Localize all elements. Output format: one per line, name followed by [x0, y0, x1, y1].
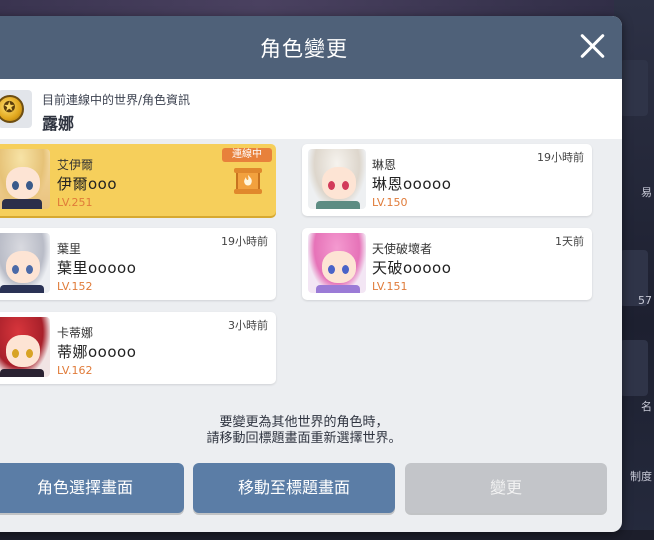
background-text: 易: [641, 186, 652, 199]
current-world-label: 目前連線中的世界/角色資訊: [42, 93, 191, 107]
character-avatar: [0, 317, 50, 377]
character-card-lynn[interactable]: 琳恩 琳恩ooooo LV.150 19小時前: [302, 144, 592, 216]
character-card-angelic-buster[interactable]: 天使破壞者 天破ooooo LV.151 1天前: [302, 228, 592, 300]
background-text: 名: [641, 400, 652, 413]
scroll-icon: [234, 168, 262, 194]
character-card-cadena[interactable]: 卡蒂娜 蒂娜ooooo LV.162 3小時前: [0, 312, 276, 384]
character-avatar: [308, 149, 366, 209]
last-login-time: 3小時前: [228, 319, 268, 332]
title-screen-button[interactable]: 移動至標題畫面: [193, 463, 395, 513]
character-job: 艾伊爾: [57, 158, 94, 172]
close-icon[interactable]: [576, 30, 608, 62]
background-text: 57: [638, 294, 652, 307]
last-login-time: 19小時前: [537, 151, 584, 164]
character-name: 琳恩ooooo: [372, 175, 452, 193]
dialog-title: 角色變更: [260, 37, 348, 61]
online-status-badge: 連線中: [222, 148, 272, 162]
last-login-time: 19小時前: [221, 235, 268, 248]
background-text: 制度: [630, 470, 652, 483]
character-level: LV.150: [372, 196, 408, 209]
character-avatar: [0, 233, 50, 293]
character-level: LV.251: [57, 196, 93, 209]
character-change-dialog: 角色變更 目前連線中的世界/角色資訊 露娜 艾伊爾 伊爾ooo LV.251 連…: [0, 16, 622, 532]
notice-line: 請移動回標題畫面重新選擇世界。: [206, 431, 402, 446]
current-world-bar: 目前連線中的世界/角色資訊 露娜: [0, 79, 622, 139]
dialog-header: 角色變更: [0, 16, 622, 79]
change-button[interactable]: 變更: [405, 463, 607, 513]
character-card-yeri[interactable]: 葉里 葉里ooooo LV.152 19小時前: [0, 228, 276, 300]
character-level: LV.152: [57, 280, 93, 293]
world-change-notice: 要變更為其他世界的角色時， 請移動回標題畫面重新選擇世界。: [0, 415, 622, 447]
character-name: 葉里ooooo: [57, 259, 137, 277]
character-avatar: [308, 233, 366, 293]
character-name: 伊爾ooo: [57, 175, 118, 193]
background-top-strip: [0, 0, 654, 16]
current-world-name: 露娜: [42, 114, 75, 133]
character-name: 蒂娜ooooo: [57, 343, 137, 361]
notice-line: 要變更為其他世界的角色時，: [219, 415, 389, 430]
character-name: 天破ooooo: [372, 259, 452, 277]
background-slot: [620, 60, 648, 116]
character-select-button[interactable]: 角色選擇畫面: [0, 463, 184, 513]
character-job: 葉里: [57, 242, 82, 256]
last-login-time: 1天前: [555, 235, 584, 248]
character-job: 琳恩: [372, 158, 397, 172]
character-level: LV.162: [57, 364, 93, 377]
character-avatar: [0, 149, 50, 209]
character-card-ayl[interactable]: 艾伊爾 伊爾ooo LV.251 連線中: [0, 144, 276, 216]
background-slot: [620, 340, 648, 396]
character-job: 天使破壞者: [372, 242, 433, 256]
character-level: LV.151: [372, 280, 408, 293]
character-job: 卡蒂娜: [57, 326, 94, 340]
